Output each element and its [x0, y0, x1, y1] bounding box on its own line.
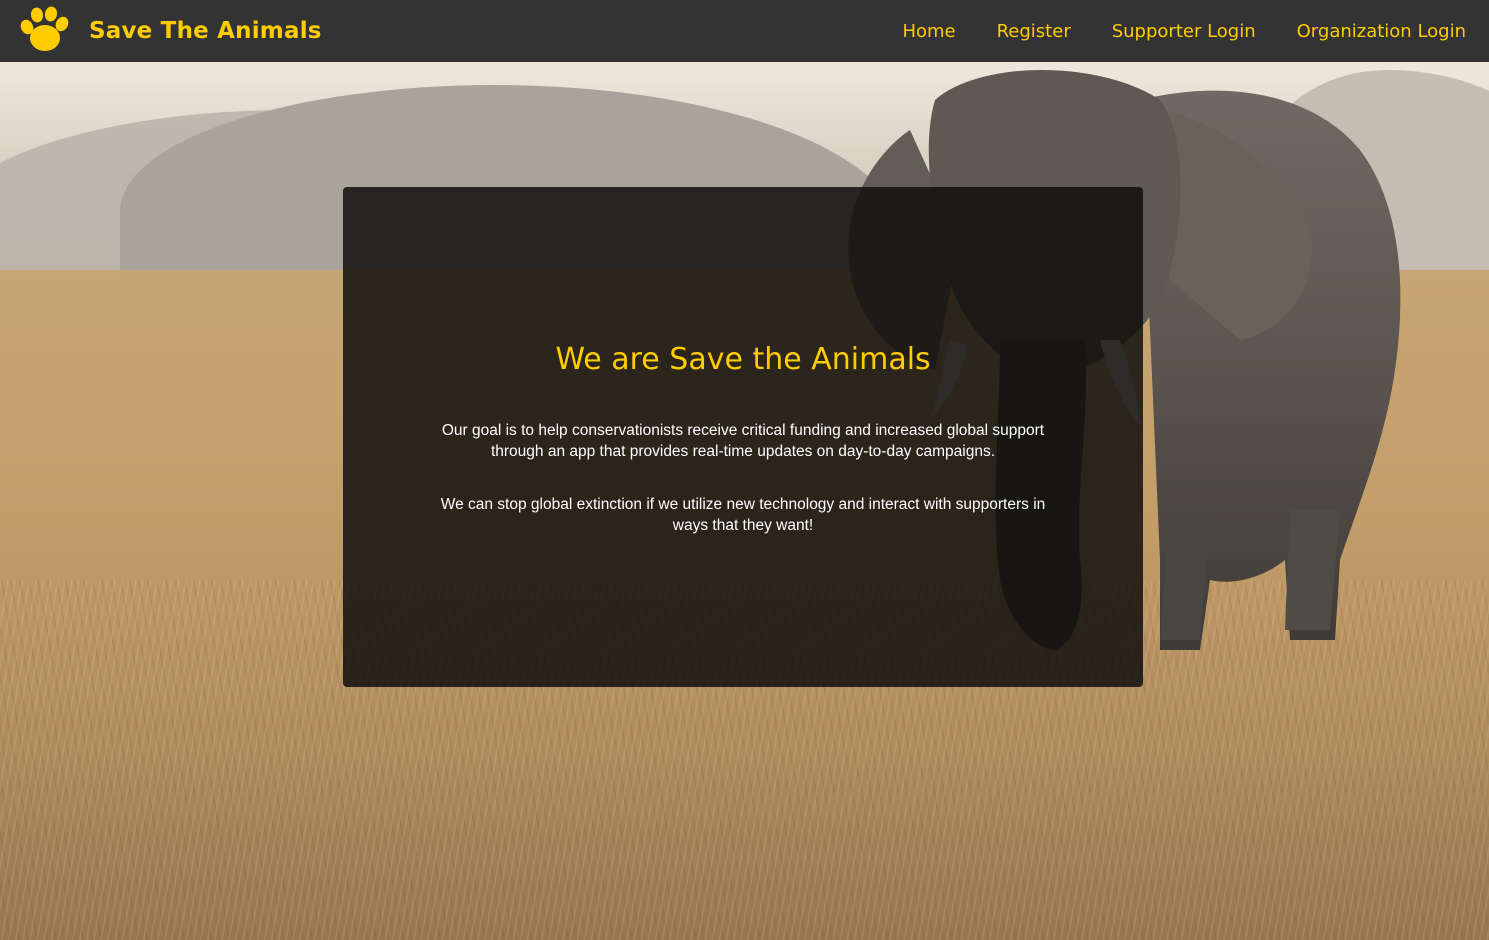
nav-link-organization-login[interactable]: Organization Login: [1297, 21, 1466, 42]
nav-link-home[interactable]: Home: [902, 21, 955, 42]
hero-title: We are Save the Animals: [555, 342, 931, 377]
nav-menu: Home Register Supporter Login Organizati…: [902, 0, 1489, 62]
nav-link-supporter-login[interactable]: Supporter Login: [1112, 21, 1256, 42]
hero-paragraph-goal: Our goal is to help conservationists rec…: [441, 422, 1045, 460]
hero-card: We are Save the Animals Our goal is to h…: [343, 187, 1143, 687]
nav-link-register[interactable]: Register: [997, 21, 1071, 42]
brand-home-link[interactable]: Save The Animals: [18, 5, 322, 57]
brand-name: Save The Animals: [89, 18, 322, 44]
hero-paragraph-mission: We can stop global extinction if we util…: [440, 496, 1046, 534]
top-navbar: Save The Animals Home Register Supporter…: [0, 0, 1489, 62]
paw-icon: [20, 6, 69, 51]
